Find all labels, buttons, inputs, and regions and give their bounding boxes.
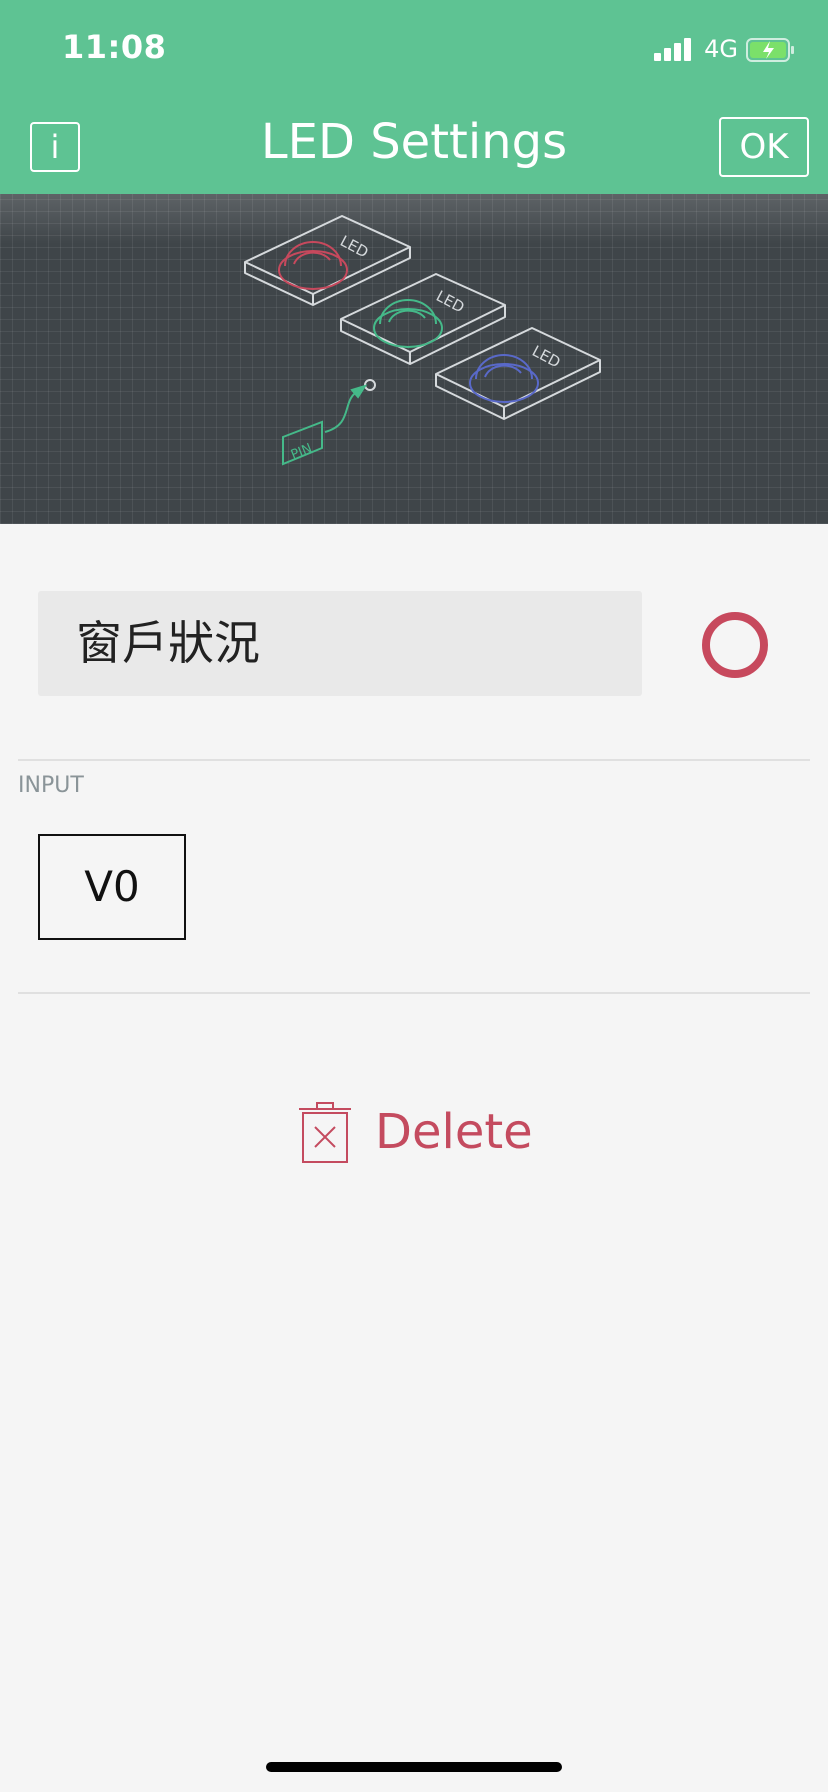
page-title: LED Settings: [260, 114, 568, 170]
home-indicator[interactable]: [266, 1762, 562, 1772]
led-illustration: LED LED LED PIN: [0, 194, 828, 524]
led-board-red: [244, 215, 411, 306]
led-boards-illustration: LED LED LED PIN: [244, 215, 601, 466]
widget-name-input[interactable]: 窗戶狀況: [38, 591, 642, 696]
status-bar: 11:08 4G: [0, 0, 828, 100]
battery-charging-icon: [746, 37, 794, 62]
divider-bottom: [18, 992, 810, 994]
trash-icon: [299, 1102, 351, 1163]
led-text-3: LED: [529, 342, 563, 372]
led-board-green: [340, 273, 506, 365]
led-text-1: LED: [337, 232, 371, 262]
led-text-2: LED: [433, 287, 467, 317]
status-time: 11:08: [62, 28, 167, 66]
divider-top: [18, 759, 810, 761]
led-board-blue: [435, 327, 601, 420]
input-section-label: INPUT: [18, 773, 84, 798]
delete-label: Delete: [375, 1104, 533, 1160]
network-type: 4G: [704, 35, 738, 63]
navigation-bar: i LED Settings OK: [0, 100, 828, 194]
color-picker-button[interactable]: [702, 612, 768, 678]
delete-button[interactable]: Delete: [297, 1100, 533, 1164]
ok-button[interactable]: OK: [719, 117, 809, 177]
status-indicators: 4G: [654, 34, 794, 64]
pin-select-button[interactable]: V0: [38, 834, 186, 940]
signal-icon: [654, 37, 694, 61]
pin-text: PIN: [289, 441, 314, 463]
